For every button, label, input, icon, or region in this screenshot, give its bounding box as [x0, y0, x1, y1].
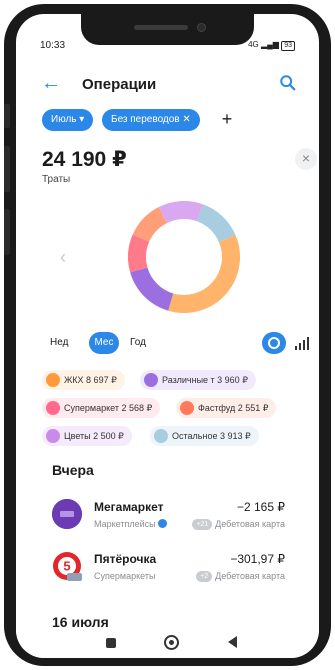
transaction-card: +21 Дебетовая карта [192, 519, 285, 530]
phone-side-button [4, 104, 10, 128]
status-bar: 10:33 4G ▂▄▆ 93 [40, 40, 295, 54]
arrow-left-icon[interactable]: ← [41, 72, 61, 95]
svg-text:5: 5 [63, 559, 70, 574]
category-label: Различные т 3 960 ₽ [162, 375, 248, 385]
category-icon [154, 429, 168, 443]
category-chip[interactable]: Фастфуд 2 551 ₽ [176, 398, 277, 418]
transaction-category: Маркетплейсы [94, 519, 168, 529]
signal-label: 4G [248, 40, 259, 49]
donut-segment [130, 267, 174, 311]
front-camera [197, 23, 206, 32]
search-icon[interactable] [279, 74, 297, 92]
period-switcher: Нед Мес Год [16, 332, 319, 358]
filter-chips: Июль ▾ Без переводов ✕ + [42, 109, 299, 133]
transaction-row[interactable]: Мегамаркет Маркетплейсы −2 165 ₽ +21 Дебе… [16, 499, 319, 539]
transaction-name: Мегамаркет [94, 500, 164, 514]
app-screen: 10:33 4G ▂▄▆ 93 ← Операции Июль ▾ Без пе… [16, 14, 319, 658]
speaker [134, 25, 188, 30]
category-label: Фастфуд 2 551 ₽ [198, 403, 269, 413]
donut-segment [158, 201, 204, 224]
phone-side-button [4, 209, 10, 255]
transaction-card: +2 Дебетовая карта [196, 571, 285, 582]
category-icon [180, 401, 194, 415]
transaction-amount: −301,97 ₽ [230, 552, 285, 566]
cashback-icon [158, 519, 168, 528]
megamarket-logo [52, 499, 82, 529]
donut-view-icon [268, 337, 280, 349]
chevron-left-icon[interactable]: ‹ [60, 247, 66, 268]
battery-icon: 93 [281, 41, 295, 51]
transaction-category: Супермаркеты [94, 571, 156, 581]
category-label: Остальное 3 913 ₽ [172, 431, 251, 441]
transaction-category-text: Маркетплейсы [94, 519, 156, 529]
category-icon [46, 373, 60, 387]
donut-segment [132, 206, 168, 243]
donut-segment [128, 234, 150, 273]
recents-icon[interactable] [106, 638, 116, 648]
period-month-tab[interactable]: Мес [89, 332, 119, 354]
donut-segment [196, 204, 236, 243]
transaction-row[interactable]: 5 Пятёрочка Супермаркеты −301,97 ₽ +2 Деб… [16, 551, 319, 591]
category-label: Цветы 2 500 ₽ [64, 431, 124, 441]
total-amount: 24 190 ₽ [42, 148, 127, 171]
category-chip[interactable]: Остальное 3 913 ₽ [150, 426, 259, 446]
bar-chart-icon[interactable] [294, 336, 310, 350]
spending-donut-chart [128, 201, 240, 313]
page-title: Операции [82, 76, 157, 93]
category-icon [46, 401, 60, 415]
period-year-tab[interactable]: Год [130, 337, 146, 348]
category-chip[interactable]: Цветы 2 500 ₽ [42, 426, 132, 446]
card-name: Дебетовая карта [215, 571, 285, 581]
phone-side-button [4, 146, 10, 192]
back-triangle-icon[interactable] [228, 636, 237, 648]
donut-view-toggle[interactable] [262, 332, 286, 354]
period-week-tab[interactable]: Нед [50, 337, 68, 348]
category-chip[interactable]: Различные т 3 960 ₽ [140, 370, 256, 390]
close-summary-button[interactable]: × [295, 148, 317, 170]
bonus-badge: +21 [192, 519, 213, 530]
pyaterochka-logo: 5 [52, 551, 82, 581]
section-yesterday: Вчера [52, 462, 94, 478]
add-filter-button[interactable]: + [216, 109, 238, 131]
donut-segment [168, 234, 240, 313]
status-time: 10:33 [40, 40, 66, 51]
category-label: ЖКХ 8 697 ₽ [64, 375, 117, 385]
category-chip[interactable]: ЖКХ 8 697 ₽ [42, 370, 125, 390]
android-nav-bar [16, 628, 319, 658]
signal-icon: ▂▄▆ [260, 40, 279, 49]
transaction-name: Пятёрочка [94, 552, 157, 566]
bonus-badge: +2 [196, 571, 213, 582]
category-icon [46, 429, 60, 443]
phone-frame: 10:33 4G ▂▄▆ 93 ← Операции Июль ▾ Без пе… [4, 4, 331, 666]
card-name: Дебетовая карта [215, 519, 285, 529]
transfers-filter-chip[interactable]: Без переводов ✕ [102, 109, 200, 131]
top-app-bar: ← Операции [16, 70, 319, 102]
category-label: Супермаркет 2 568 ₽ [64, 403, 153, 413]
status-right: 4G ▂▄▆ 93 [248, 40, 295, 51]
total-label: Траты [42, 174, 71, 185]
category-icon [144, 373, 158, 387]
month-filter-chip[interactable]: Июль ▾ [42, 109, 94, 131]
home-icon[interactable] [164, 635, 179, 650]
transaction-amount: −2 165 ₽ [236, 500, 285, 514]
category-chip[interactable]: Супермаркет 2 568 ₽ [42, 398, 161, 418]
